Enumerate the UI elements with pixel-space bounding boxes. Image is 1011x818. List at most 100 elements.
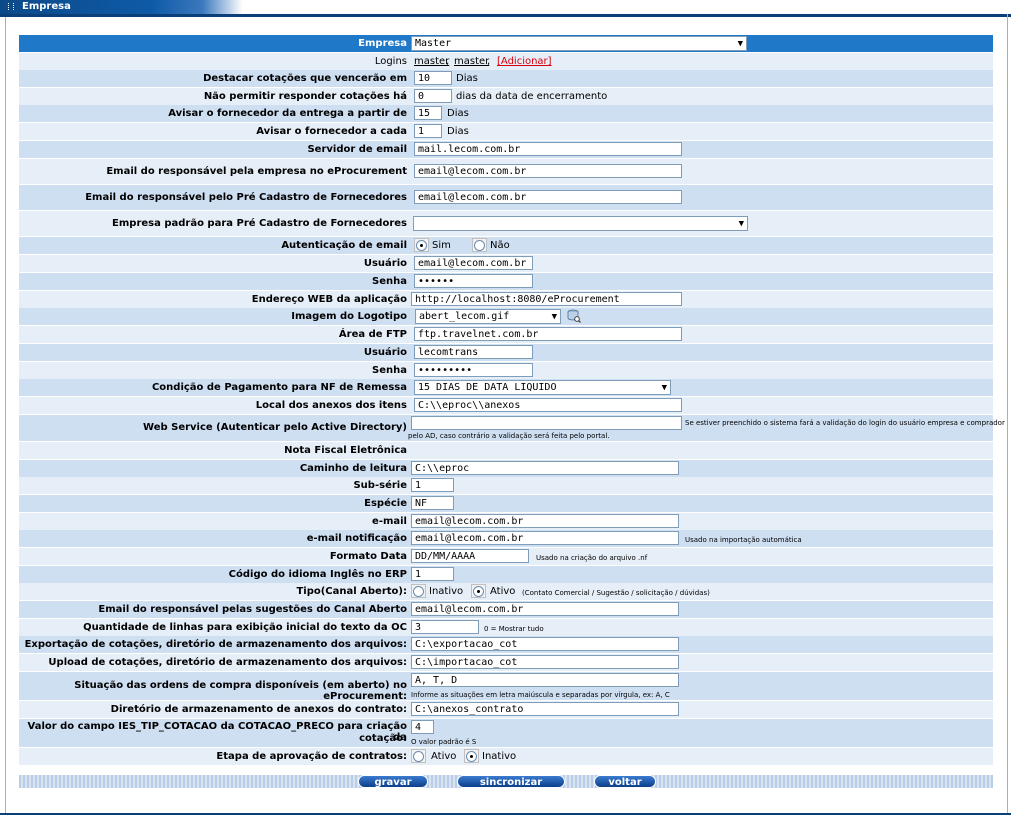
destacar-suffix: Dias [456, 73, 478, 84]
tipo-ativo-hint: (Contato Comercial / Sugestão / solicita… [522, 589, 710, 597]
row-email-notificacao: e-mail notificação email@lecom.com.br Us… [19, 530, 993, 547]
row-ftp: Área de FTP ftp.travelnet.com.br [19, 326, 993, 343]
email-notificacao-input[interactable]: email@lecom.com.br [411, 531, 679, 545]
upload-input[interactable]: C:\importacao_cot [411, 655, 679, 669]
qtd-linhas-hint: 0 = Mostrar tudo [484, 625, 544, 633]
login-separator: , [446, 56, 450, 67]
avisar-entrega-suffix: Dias [447, 108, 469, 119]
codigo-idioma-label: Código do idioma Inglês no ERP [228, 569, 407, 580]
tipo-canal-label: Tipo(Canal Aberto): [296, 586, 407, 597]
tipo-inativo-radio[interactable] [413, 586, 424, 597]
formato-data-hint: Usado na criação do arquivo .nf [536, 554, 648, 562]
empresa-select[interactable]: Master ▼ [411, 36, 747, 51]
row-usuario: Usuário email@lecom.com.br [19, 255, 993, 272]
empresa-padrao-select[interactable]: ▼ [413, 216, 748, 231]
etapa-ativo-radio[interactable] [413, 751, 424, 762]
nao-permitir-input[interactable]: 0 [414, 89, 452, 103]
logotipo-label: Imagem do Logotipo [291, 311, 407, 322]
email-label: e-mail [372, 516, 407, 527]
email-eprocurement-label: Email do responsável pela empresa no ePr… [106, 166, 407, 177]
condicao-pagamento-select[interactable]: 15 DIAS DE DATA LIQUIDO ▼ [414, 380, 671, 395]
senha-label: Senha [372, 276, 407, 287]
gravar-button[interactable]: gravar [358, 775, 428, 788]
autenticacao-nao-radio[interactable] [474, 240, 485, 251]
avisar-cada-suffix: Dias [447, 126, 469, 137]
logotipo-select[interactable]: abert_lecom.gif ▼ [415, 309, 561, 324]
codigo-idioma-input[interactable]: 1 [411, 567, 454, 581]
empresa-value: Master [415, 38, 452, 49]
qtd-linhas-input[interactable]: 3 [411, 620, 479, 634]
logins-label: Logins [374, 56, 407, 67]
situacao-input[interactable]: A, T, D [411, 673, 679, 687]
row-destacar: Destacar cotações que vencerão em 10 Dia… [19, 70, 993, 87]
database-search-icon[interactable] [567, 309, 581, 323]
email-sugestoes-input[interactable]: email@lecom.com.br [411, 602, 679, 616]
situacao-label: Situação das ordens de compra disponívei… [74, 680, 407, 702]
diretorio-contrato-input[interactable]: C:\anexos_contrato [411, 702, 679, 716]
tipo-inativo-label: Inativo [429, 586, 464, 597]
exportacao-input[interactable]: C:\exportacao_cot [411, 637, 679, 651]
login-link-master-1[interactable]: master [414, 56, 449, 67]
senha-input[interactable]: •••••• [414, 274, 533, 288]
row-endereco-web: Endereço WEB da aplicação http://localho… [19, 291, 993, 308]
row-qtd-linhas: Quantidade de linhas para exibição inici… [19, 619, 993, 636]
ftp-input[interactable]: ftp.travelnet.com.br [414, 327, 682, 341]
row-senha-ftp: Senha ••••••••• [19, 362, 993, 379]
endereco-web-label: Endereço WEB da aplicação [251, 294, 407, 305]
bottom-border [0, 813, 1011, 815]
autenticacao-sim-radio[interactable] [416, 240, 427, 251]
email-eprocurement-input[interactable]: email@lecom.com.br [414, 164, 682, 178]
servidor-email-input[interactable]: mail.lecom.com.br [414, 142, 682, 156]
caminho-leitura-input[interactable]: C:\\eproc [411, 461, 679, 475]
avisar-entrega-label: Avisar o fornecedor da entrega a partir … [168, 108, 407, 119]
webservice-input[interactable] [411, 416, 682, 430]
webservice-hint-2: pelo AD, caso contrário a validação será… [408, 432, 610, 440]
row-email-precadastro: Email do responsável pelo Pré Cadastro d… [19, 185, 993, 210]
autenticacao-nao-label: Não [490, 240, 510, 251]
email-input[interactable]: email@lecom.com.br [411, 514, 679, 528]
usuario-input[interactable]: email@lecom.com.br [414, 256, 533, 270]
row-senha: Senha •••••• [19, 273, 993, 290]
destacar-input[interactable]: 10 [414, 71, 452, 85]
add-login-link[interactable]: [Adicionar] [497, 56, 552, 67]
email-precadastro-input[interactable]: email@lecom.com.br [414, 190, 682, 204]
formato-data-label: Formato Data [329, 551, 407, 562]
avisar-cada-label: Avisar o fornecedor a cada [256, 126, 407, 137]
row-nao-permitir: Não permitir responder cotações há 0 dia… [19, 88, 993, 105]
window-title: Empresa [22, 1, 71, 12]
etapa-inativo-radio[interactable] [466, 751, 477, 762]
caminho-leitura-label: Caminho de leitura [299, 463, 407, 474]
chevron-down-icon: ▼ [551, 312, 557, 322]
avisar-entrega-input[interactable]: 15 [414, 106, 442, 120]
sub-serie-label: Sub-série [353, 480, 407, 491]
situacao-hint: Informe as situações em letra maiúscula … [411, 691, 670, 699]
chevron-down-icon: ▼ [738, 219, 744, 229]
row-formato-data: Formato Data DD/MM/AAAA Usado na criação… [19, 548, 993, 565]
tipo-ativo-radio[interactable] [473, 586, 484, 597]
sub-serie-input[interactable]: 1 [411, 478, 454, 492]
row-avisar-entrega: Avisar o fornecedor da entrega a partir … [19, 105, 993, 122]
email-precadastro-label: Email do responsável pelo Pré Cadastro d… [85, 192, 407, 203]
row-etapa: Etapa de aprovação de contratos: Ativo I… [19, 748, 993, 765]
diretorio-contrato-label: Diretório de armazenamento de anexos do … [110, 704, 407, 715]
usuario-ftp-input[interactable]: lecomtrans [414, 345, 533, 359]
local-anexos-input[interactable]: C:\\eproc\\anexos [414, 398, 682, 412]
row-usuario-ftp: Usuário lecomtrans [19, 344, 993, 361]
row-email: e-mail email@lecom.com.br [19, 513, 993, 530]
logotipo-value: abert_lecom.gif [419, 311, 510, 322]
row-especie: Espécie NF [19, 495, 993, 512]
nao-permitir-suffix: dias da data de encerramento [456, 91, 608, 102]
local-anexos-label: Local dos anexos dos itens [255, 400, 407, 411]
row-email-sugestoes: Email do responsável pelas sugestões do … [19, 601, 993, 618]
endereco-web-input[interactable]: http://localhost:8080/eProcurement [411, 292, 682, 306]
avisar-cada-input[interactable]: 1 [414, 124, 442, 138]
condicao-pagamento-label: Condição de Pagamento para NF de Remessa [151, 382, 407, 393]
senha-ftp-input[interactable]: ••••••••• [414, 363, 533, 377]
formato-data-input[interactable]: DD/MM/AAAA [411, 549, 529, 563]
login-link-master-2[interactable]: master [454, 56, 489, 67]
especie-input[interactable]: NF [411, 496, 454, 510]
valor-campo-input[interactable]: 4 [411, 720, 434, 734]
voltar-button[interactable]: voltar [594, 775, 656, 788]
row-empresa-padrao: Empresa padrão para Pré Cadastro de Forn… [19, 211, 993, 236]
sincronizar-button[interactable]: sincronizar [457, 775, 565, 788]
